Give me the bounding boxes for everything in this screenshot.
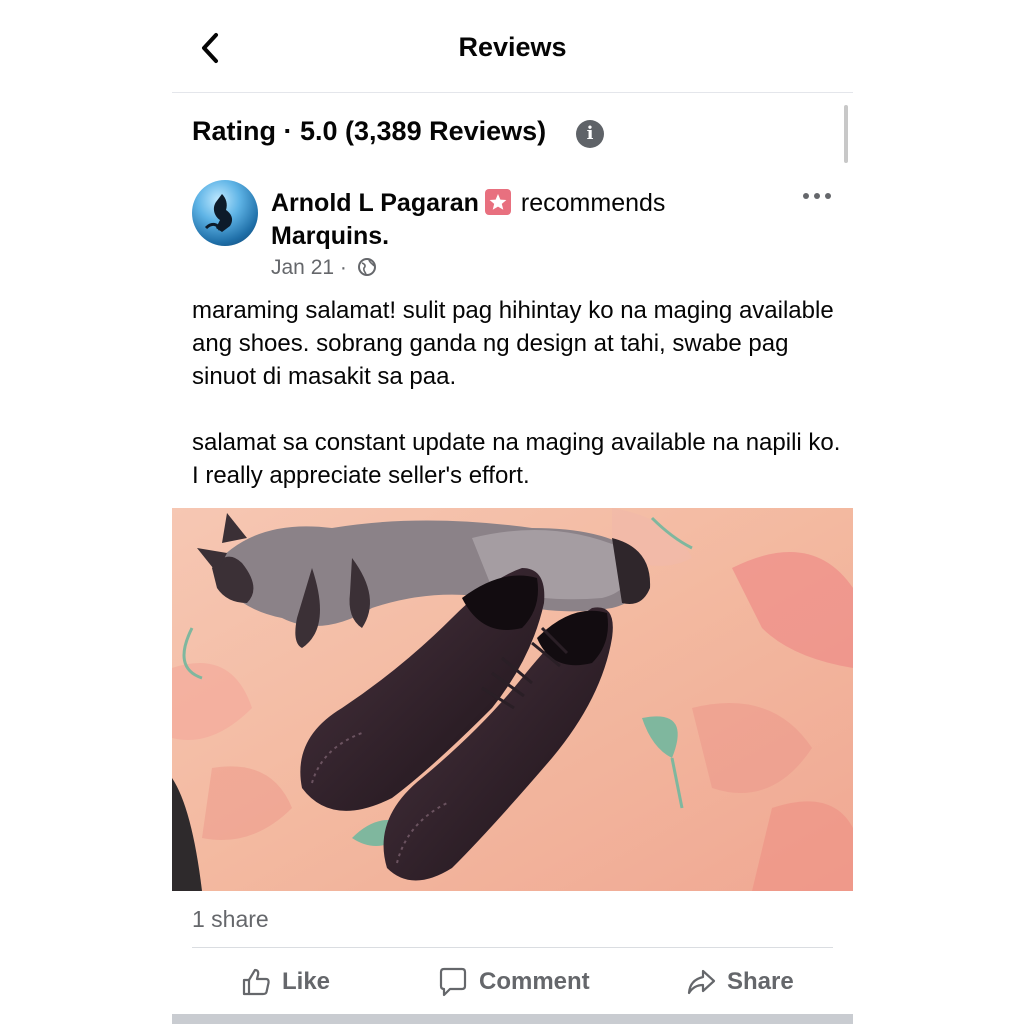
more-horizontal-icon xyxy=(803,193,831,199)
more-options-button[interactable] xyxy=(800,184,834,208)
comment-button[interactable]: Comment xyxy=(437,960,590,1004)
post-meta: Jan 21 · xyxy=(271,256,377,280)
post-body: maraming salamat! sulit pag hihintay ko … xyxy=(192,294,842,525)
recommendation-star-icon xyxy=(484,189,511,215)
post-photo[interactable] xyxy=(172,508,853,891)
recommends-text: recommends xyxy=(520,189,666,217)
post-paragraph: salamat sa constant update na maging ava… xyxy=(192,429,841,489)
like-label: Like xyxy=(282,968,331,995)
page-name[interactable]: Marquins. xyxy=(271,222,389,250)
page-title: Reviews xyxy=(458,32,567,62)
thumbs-up-icon xyxy=(242,968,270,996)
share-button[interactable]: Share xyxy=(685,960,794,1004)
info-icon[interactable]: i xyxy=(576,120,604,148)
post-date[interactable]: Jan 21 · xyxy=(271,256,347,279)
post-header: Arnold L Pagaran recommends Marquins. xyxy=(271,187,691,253)
top-bar: Reviews xyxy=(172,0,853,93)
comment-bubble-icon xyxy=(439,967,467,997)
section-separator xyxy=(172,1014,853,1024)
scroll-indicator[interactable] xyxy=(844,105,848,163)
author-name[interactable]: Arnold L Pagaran xyxy=(271,189,479,217)
avatar[interactable] xyxy=(192,180,258,246)
post-paragraph: maraming salamat! sulit pag hihintay ko … xyxy=(192,297,834,390)
divider xyxy=(192,947,833,948)
share-label: Share xyxy=(727,968,794,995)
like-button[interactable]: Like xyxy=(240,960,330,1004)
comment-label: Comment xyxy=(479,968,590,995)
share-arrow-icon xyxy=(687,969,716,995)
rating-summary: Rating · 5.0 (3,389 Reviews) xyxy=(192,116,547,146)
reviews-screen: Reviews Rating · 5.0 (3,389 Reviews) i A… xyxy=(172,0,853,1024)
globe-icon xyxy=(357,257,377,277)
share-count[interactable]: 1 share xyxy=(192,906,269,933)
